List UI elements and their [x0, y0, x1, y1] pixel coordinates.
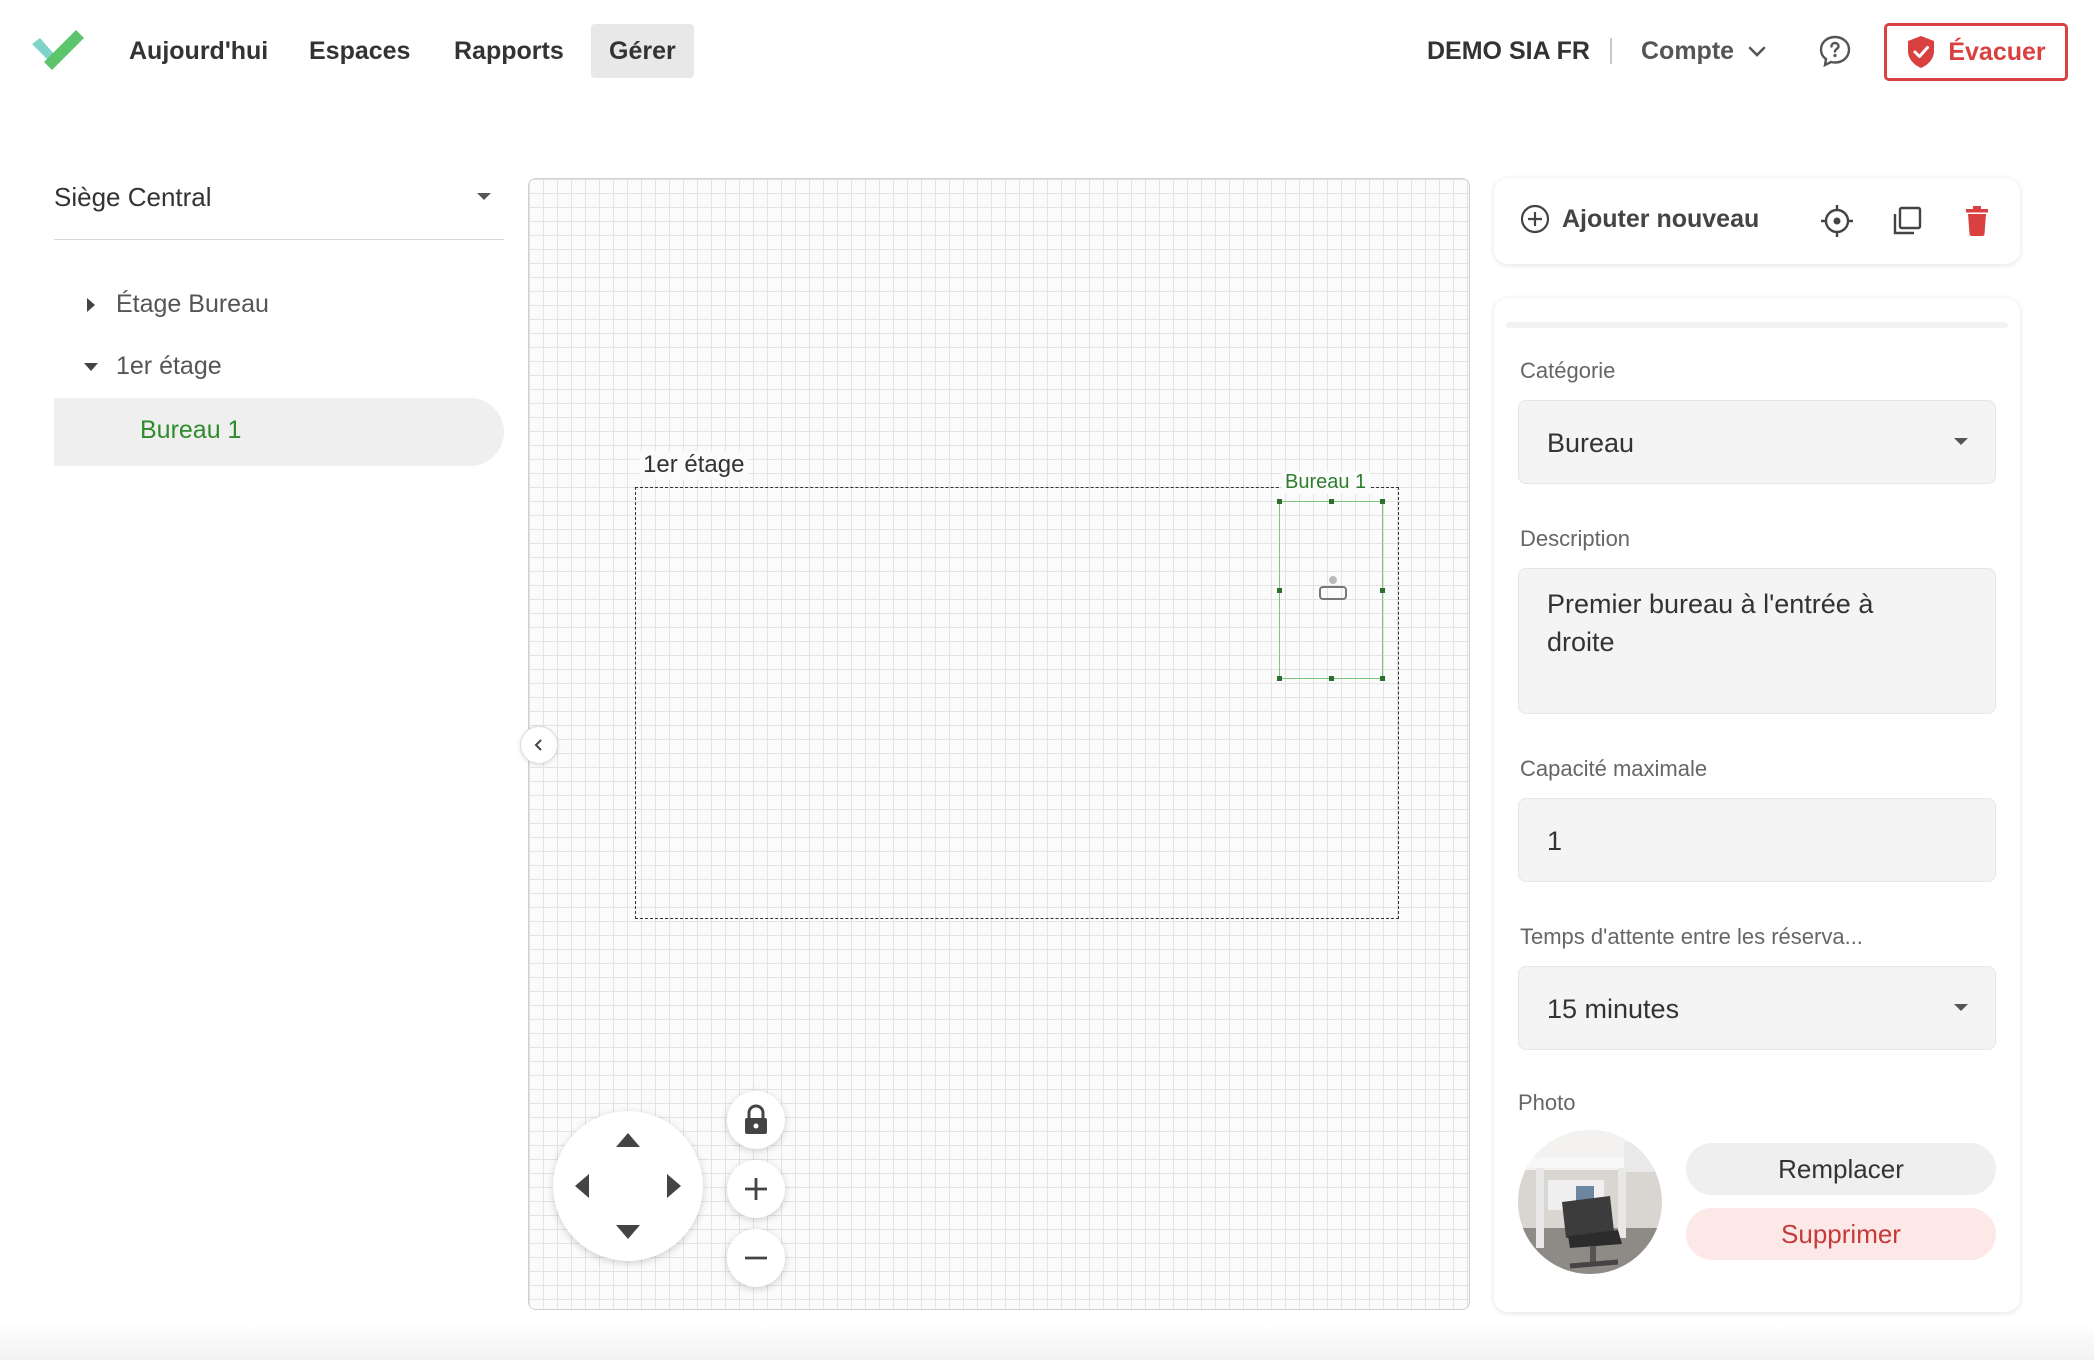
- site-selector-value: Siège Central: [54, 182, 212, 212]
- caret-right-icon[interactable]: [86, 297, 96, 313]
- tree-item-etage-bureau[interactable]: Étage Bureau: [76, 290, 269, 319]
- room-label: Bureau 1: [1281, 471, 1371, 494]
- wait-time-value: 15 minutes: [1547, 994, 1680, 1024]
- plus-icon: [745, 1178, 767, 1200]
- delete-photo-button[interactable]: Supprimer: [1686, 1208, 1996, 1260]
- collapse-sidebar-button[interactable]: [520, 726, 558, 764]
- add-new-label: Ajouter nouveau: [1562, 204, 1760, 233]
- dropdown-caret-icon: [1954, 1004, 1968, 1011]
- resize-handle[interactable]: [1277, 676, 1282, 681]
- tree-item-bureau-1[interactable]: Bureau 1: [54, 398, 504, 466]
- tree-item-label: Étage Bureau: [116, 290, 269, 318]
- trash-icon[interactable]: [1960, 204, 1994, 238]
- nav-divider: [1610, 38, 1612, 64]
- resize-handle[interactable]: [1380, 499, 1385, 504]
- description-value: Premier bureau à l'entrée à droite: [1547, 589, 1874, 657]
- tree-item-label: Bureau 1: [140, 416, 242, 444]
- replace-photo-button[interactable]: Remplacer: [1686, 1143, 1996, 1195]
- minus-icon: [745, 1256, 767, 1260]
- category-label: Catégorie: [1520, 358, 1616, 383]
- tree-item-1er-etage[interactable]: 1er étage: [76, 352, 222, 381]
- panel-divider: [1506, 322, 2008, 328]
- description-textarea[interactable]: Premier bureau à l'entrée à droite: [1518, 568, 1996, 714]
- resize-handle[interactable]: [1380, 676, 1385, 681]
- wait-time-select[interactable]: 15 minutes: [1518, 966, 1996, 1050]
- zoom-in-button[interactable]: [727, 1160, 785, 1218]
- floor-plan-canvas[interactable]: 1er étage Bureau 1: [528, 178, 1470, 1310]
- app-logo[interactable]: [30, 30, 86, 70]
- pan-down-icon[interactable]: [616, 1225, 640, 1239]
- pan-up-icon[interactable]: [616, 1133, 640, 1147]
- pan-control: [553, 1111, 703, 1261]
- nav-spaces[interactable]: Espaces: [291, 24, 428, 78]
- office-chair-photo: [1518, 1130, 1662, 1274]
- evacuate-button[interactable]: Évacuer: [1884, 23, 2068, 81]
- lock-button[interactable]: [727, 1091, 785, 1149]
- resize-handle[interactable]: [1329, 676, 1334, 681]
- tree-item-label: 1er étage: [116, 352, 222, 380]
- resize-handle[interactable]: [1329, 499, 1334, 504]
- pan-left-icon[interactable]: [575, 1174, 589, 1198]
- photo-label: Photo: [1518, 1090, 1576, 1115]
- object-toolbar: Ajouter nouveau: [1494, 178, 2020, 264]
- resize-handle[interactable]: [1380, 588, 1385, 593]
- shield-check-icon: [1908, 36, 1935, 68]
- desk-seat-icon: [1319, 576, 1347, 600]
- room-photo: [1518, 1130, 1662, 1274]
- capacity-label: Capacité maximale: [1520, 756, 1708, 781]
- nav-today[interactable]: Aujourd'hui: [111, 24, 286, 78]
- category-value: Bureau: [1547, 428, 1635, 458]
- help-chat-icon[interactable]: [1818, 34, 1852, 68]
- chevron-down-icon: [1748, 47, 1766, 58]
- caret-down-icon[interactable]: [83, 362, 99, 372]
- nav-manage[interactable]: Gérer: [591, 24, 694, 78]
- locate-crosshair-icon[interactable]: [1820, 204, 1854, 238]
- evacuate-label: Évacuer: [1948, 37, 2046, 66]
- site-selector[interactable]: Siège Central: [54, 170, 504, 240]
- bottom-shadow: [0, 1322, 2094, 1360]
- capacity-value: 1: [1547, 826, 1563, 856]
- nav-reports[interactable]: Rapports: [436, 24, 582, 78]
- category-select[interactable]: Bureau: [1518, 400, 1996, 484]
- add-circle-icon: [1520, 204, 1550, 234]
- add-new-button[interactable]: Ajouter nouveau: [1520, 204, 1759, 234]
- dropdown-caret-icon: [1954, 438, 1968, 445]
- account-menu[interactable]: Compte: [1641, 24, 1767, 78]
- properties-panel: Catégorie Bureau Description Premier bur…: [1494, 298, 2020, 1312]
- lock-icon: [745, 1104, 767, 1134]
- pan-right-icon[interactable]: [667, 1174, 681, 1198]
- resize-handle[interactable]: [1277, 499, 1282, 504]
- resize-handle[interactable]: [1277, 588, 1282, 593]
- chevron-left-icon: [534, 739, 542, 751]
- organization-name: DEMO SIA FR: [1427, 37, 1590, 65]
- zoom-out-button[interactable]: [727, 1229, 785, 1287]
- dropdown-caret-icon: [477, 193, 491, 200]
- duplicate-icon[interactable]: [1890, 204, 1924, 238]
- wait-time-label: Temps d'attente entre les réserva...: [1520, 924, 1863, 949]
- top-navigation: Aujourd'hui Espaces Rapports Gérer DEMO …: [0, 0, 2094, 100]
- floor-label: 1er étage: [639, 451, 749, 479]
- capacity-input[interactable]: 1: [1518, 798, 1996, 882]
- account-label: Compte: [1641, 37, 1735, 65]
- description-label: Description: [1520, 526, 1631, 551]
